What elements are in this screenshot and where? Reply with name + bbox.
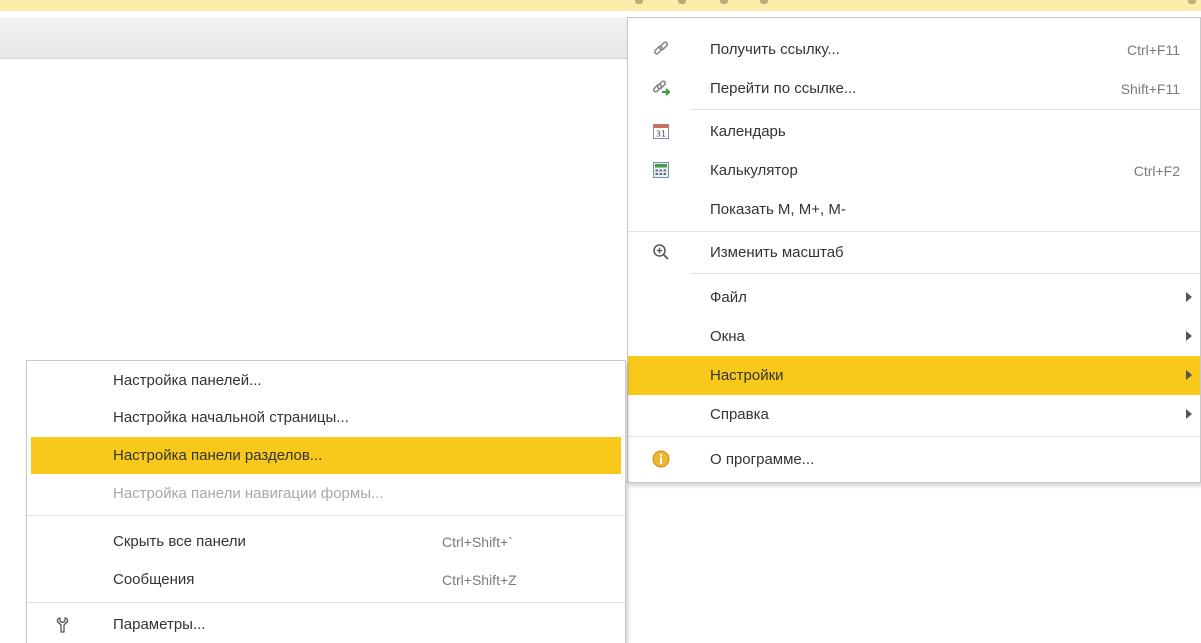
menu-item-label: Получить ссылку... — [710, 41, 840, 58]
content-area — [0, 59, 640, 359]
submenu-item-form-navigation-setup: Настройка панели навигации формы... — [27, 475, 625, 512]
menu-item-windows[interactable]: Окна — [628, 317, 1200, 356]
menu-item-settings[interactable]: Настройки — [628, 356, 1200, 395]
submenu-arrow-icon — [1186, 409, 1192, 419]
menu-item-label: Изменить масштаб — [710, 244, 844, 261]
menu-item-follow-link[interactable]: Перейти по ссылке... Shift+F11 — [628, 69, 1200, 108]
menu-item-label: О программе... — [710, 451, 815, 468]
submenu-item-hide-all-panels[interactable]: Скрыть все панели Ctrl+Shift+` — [27, 523, 625, 560]
menu-item-get-link[interactable]: Получить ссылку... Ctrl+F11 — [628, 30, 1200, 69]
wrench-icon — [55, 616, 73, 634]
menu-item-label: Файл — [710, 289, 747, 306]
menu-item-help[interactable]: Справка — [628, 395, 1200, 434]
menu-item-label: Настройка начальной страницы... — [113, 409, 349, 426]
menu-item-label: Настройка панели навигации формы... — [113, 485, 384, 502]
menu-item-label: Скрыть все панели — [113, 533, 246, 550]
submenu-arrow-icon — [1186, 370, 1192, 380]
menu-item-shortcut: Ctrl+F11 — [1126, 42, 1180, 58]
menu-item-shortcut: Shift+F11 — [1120, 81, 1180, 97]
submenu-item-messages[interactable]: Сообщения Ctrl+Shift+Z — [27, 561, 625, 598]
submenu-item-sections-panel-setup[interactable]: Настройка панели разделов... — [31, 437, 621, 474]
main-menu: Получить ссылку... Ctrl+F11 Перейти по с… — [627, 17, 1201, 483]
menu-item-calendar[interactable]: 31 Календарь — [628, 112, 1200, 151]
menu-item-calculator[interactable]: Калькулятор Ctrl+F2 — [628, 151, 1200, 190]
menu-item-show-memory[interactable]: Показать M, M+, M- — [628, 190, 1200, 229]
submenu-item-panels-setup[interactable]: Настройка панелей... — [27, 362, 625, 399]
menu-separator — [628, 231, 1200, 232]
menu-item-zoom[interactable]: Изменить масштаб — [628, 233, 1200, 272]
menu-item-label: Календарь — [710, 123, 786, 140]
menu-item-label: Калькулятор — [710, 162, 798, 179]
zoom-icon — [652, 243, 670, 261]
submenu-arrow-icon — [1186, 331, 1192, 341]
follow-link-icon — [652, 79, 670, 97]
toolbar-icon — [678, 0, 686, 4]
menu-item-label: Сообщения — [113, 571, 195, 588]
menu-item-about[interactable]: О программе... — [628, 440, 1200, 479]
toolbar-icon — [635, 0, 643, 4]
toolbar-icon — [720, 0, 728, 4]
menu-separator — [690, 273, 1200, 274]
menu-separator — [27, 515, 625, 516]
info-icon — [652, 450, 670, 468]
svg-text:31: 31 — [656, 130, 666, 139]
menu-item-label: Параметры... — [113, 616, 206, 633]
calendar-icon: 31 — [652, 122, 670, 140]
menu-item-label: Настройка панелей... — [113, 372, 262, 389]
settings-submenu: Настройка панелей... Настройка начальной… — [26, 360, 626, 643]
menu-item-label: Настройка панели разделов... — [113, 447, 323, 464]
submenu-item-start-page-setup[interactable]: Настройка начальной страницы... — [27, 399, 625, 436]
calculator-icon — [652, 161, 670, 179]
menu-item-shortcut: Ctrl+F2 — [1133, 163, 1180, 179]
toolbar-icon — [1188, 0, 1196, 4]
menu-item-label: Перейти по ссылке... — [710, 80, 857, 97]
menu-item-label: Окна — [710, 328, 745, 345]
submenu-arrow-icon — [1186, 292, 1192, 302]
menu-item-label: Настройки — [710, 367, 784, 384]
menu-item-label: Показать M, M+, M- — [710, 201, 846, 218]
submenu-item-parameters[interactable]: Параметры... — [27, 606, 625, 643]
menu-item-shortcut: Ctrl+Shift+` — [442, 534, 513, 550]
menu-separator — [628, 436, 1200, 437]
menu-item-shortcut: Ctrl+Shift+Z — [442, 572, 517, 588]
menu-separator — [27, 602, 625, 603]
top-toolbar-strip — [0, 0, 1201, 11]
window-header-bar — [0, 17, 640, 59]
toolbar-icon — [760, 0, 768, 4]
menu-item-label: Справка — [710, 406, 769, 423]
menu-separator — [690, 109, 1200, 110]
menu-item-file[interactable]: Файл — [628, 278, 1200, 317]
link-icon — [652, 40, 670, 58]
